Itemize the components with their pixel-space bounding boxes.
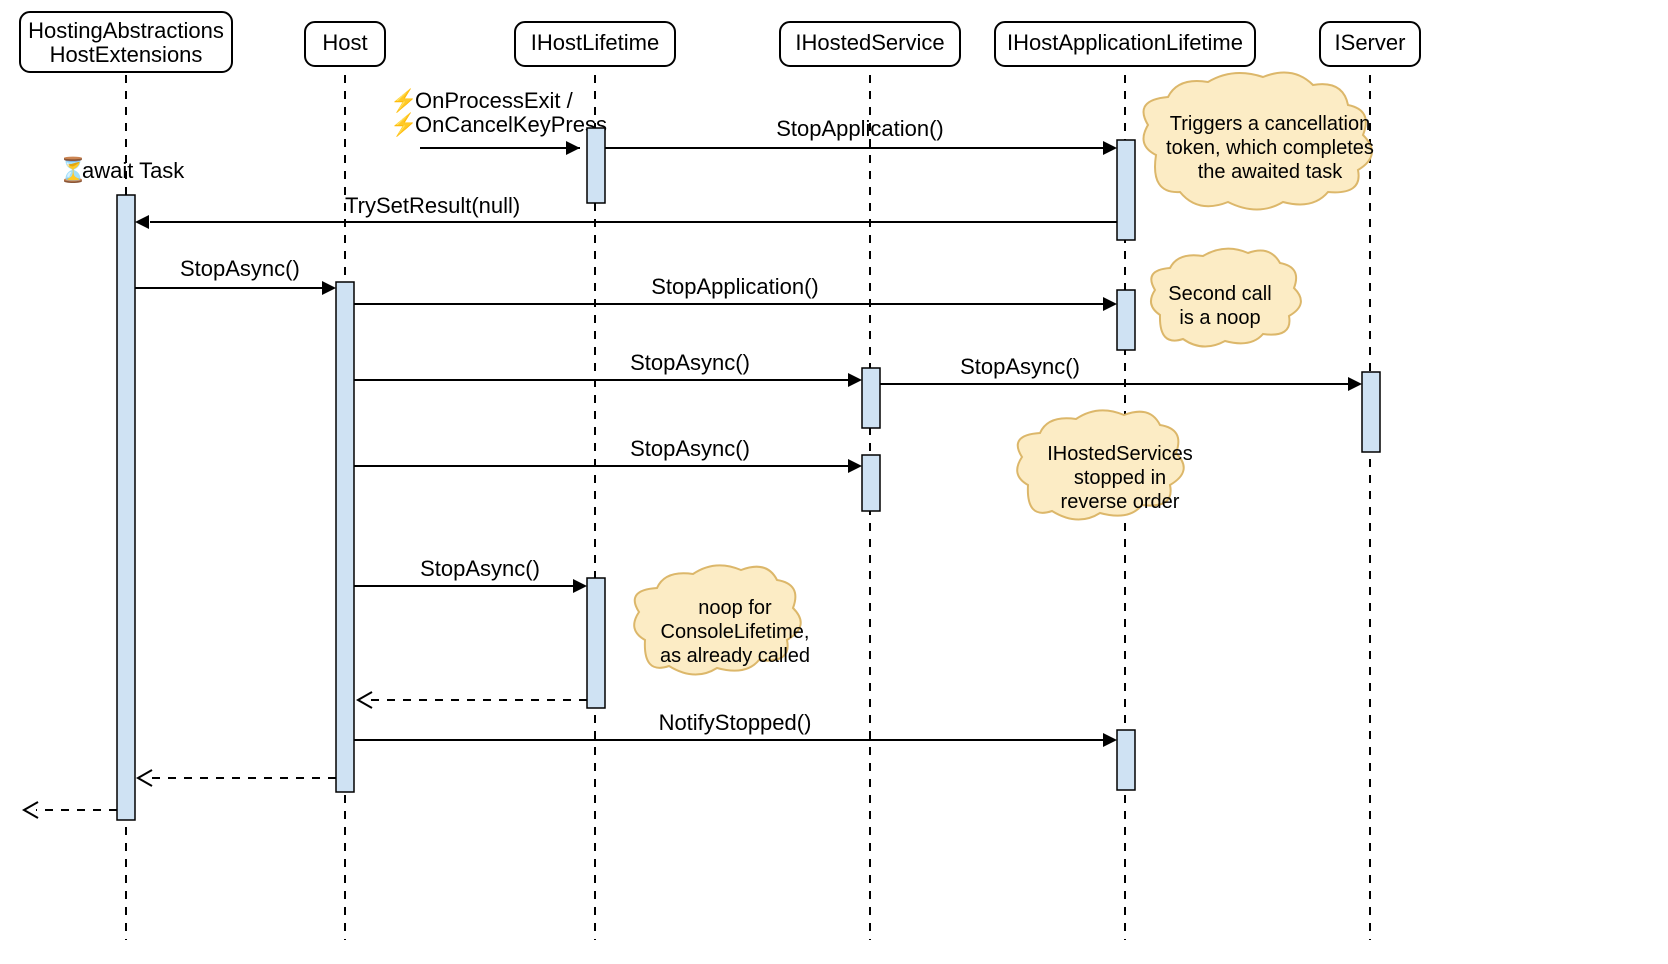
- svg-text:StopAsync(): StopAsync(): [180, 256, 300, 281]
- activation-ihostedservice-1: [862, 368, 880, 428]
- svg-text:reverse order: reverse order: [1061, 491, 1180, 513]
- msg-stopasync-4: StopAsync(): [354, 436, 862, 473]
- svg-text:StopApplication(): StopApplication(): [776, 116, 944, 141]
- note-reverse-order: IHostedServices stopped in reverse order: [1017, 410, 1193, 519]
- svg-text:StopApplication(): StopApplication(): [651, 274, 819, 299]
- activation-ihostlifetime-1: [587, 128, 605, 203]
- svg-text:OnCancelKeyPress: OnCancelKeyPress: [415, 112, 607, 137]
- return-ihostlifetime: [358, 692, 587, 708]
- activation-ihostapplifetime-3: [1117, 730, 1135, 790]
- note-console-lifetime-noop: noop for ConsoleLifetime, as already cal…: [634, 565, 810, 674]
- msg-stopasync-5: StopAsync(): [354, 556, 587, 593]
- svg-text:HostingAbstractionsHostExtensi: HostingAbstractionsHostExtensions: [28, 18, 224, 67]
- svg-text:StopAsync(): StopAsync(): [960, 354, 1080, 379]
- svg-text:OnProcessExit /: OnProcessExit /: [415, 88, 574, 113]
- participant-hostextensions: HostingAbstractionsHostExtensions: [20, 12, 232, 72]
- svg-text:NotifyStopped(): NotifyStopped(): [659, 710, 812, 735]
- svg-text:StopAsync(): StopAsync(): [420, 556, 540, 581]
- participant-ihostedservice: IHostedService: [780, 22, 960, 66]
- participant-ihostlifetime: IHostLifetime: [515, 22, 675, 66]
- await-task-label: ⏳ await Task: [58, 156, 185, 184]
- msg-stopasync-2: StopAsync(): [354, 350, 862, 387]
- activation-ihostapplifetime-2: [1117, 290, 1135, 350]
- svg-text:stopped in: stopped in: [1074, 467, 1166, 489]
- sequence-diagram: HostingAbstractionsHostExtensions Host I…: [0, 0, 1668, 964]
- svg-text:token, which completes: token, which completes: [1166, 137, 1374, 159]
- svg-text:IHostLifetime: IHostLifetime: [531, 30, 659, 55]
- svg-text:await Task: await Task: [82, 158, 185, 183]
- svg-text:ConsoleLifetime,: ConsoleLifetime,: [661, 621, 810, 643]
- msg-stopapplication-2: StopApplication(): [354, 274, 1117, 311]
- lightning-icon: ⚡: [390, 112, 417, 138]
- svg-text:IHostedService: IHostedService: [795, 30, 944, 55]
- msg-stopasync-1: StopAsync(): [135, 256, 336, 295]
- msg-trysetresult: TrySetResult(null): [135, 193, 1117, 229]
- msg-notifystopped: NotifyStopped(): [354, 710, 1117, 747]
- lightning-icon: ⚡: [390, 88, 417, 114]
- activation-ihostlifetime-2: [587, 578, 605, 708]
- svg-text:StopAsync(): StopAsync(): [630, 436, 750, 461]
- event-onprocessexit: ⚡ OnProcessExit / ⚡ OnCancelKeyPress: [390, 88, 607, 155]
- return-host: [138, 770, 336, 786]
- note-second-call-noop: Second call is a noop: [1151, 249, 1301, 347]
- activation-ihostedservice-2: [862, 455, 880, 511]
- svg-text:is a noop: is a noop: [1179, 307, 1260, 329]
- activation-iserver: [1362, 372, 1380, 452]
- svg-text:StopAsync(): StopAsync(): [630, 350, 750, 375]
- svg-text:TrySetResult(null): TrySetResult(null): [345, 193, 520, 218]
- return-hostextensions: [24, 802, 117, 818]
- msg-stopasync-3: StopAsync(): [880, 354, 1362, 391]
- svg-text:IHostedServices: IHostedServices: [1047, 443, 1193, 465]
- participant-ihostapplicationlifetime: IHostApplicationLifetime: [995, 22, 1255, 66]
- svg-text:Second call: Second call: [1168, 283, 1271, 305]
- svg-text:the awaited task: the awaited task: [1198, 161, 1344, 183]
- svg-text:Host: Host: [322, 30, 367, 55]
- note-cancellation-token: Triggers a cancellation token, which com…: [1144, 73, 1374, 210]
- svg-text:IServer: IServer: [1335, 30, 1406, 55]
- activation-host: [336, 282, 354, 792]
- msg-stopapplication-1: StopApplication(): [605, 116, 1117, 155]
- svg-text:IHostApplicationLifetime: IHostApplicationLifetime: [1007, 30, 1243, 55]
- svg-text:as already called: as already called: [660, 645, 810, 667]
- activation-hostextensions: [117, 195, 135, 820]
- participant-host: Host: [305, 22, 385, 66]
- participant-iserver: IServer: [1320, 22, 1420, 66]
- activation-ihostapplifetime-1: [1117, 140, 1135, 240]
- svg-text:noop for: noop for: [698, 597, 772, 619]
- svg-text:Triggers a cancellation: Triggers a cancellation: [1170, 113, 1370, 135]
